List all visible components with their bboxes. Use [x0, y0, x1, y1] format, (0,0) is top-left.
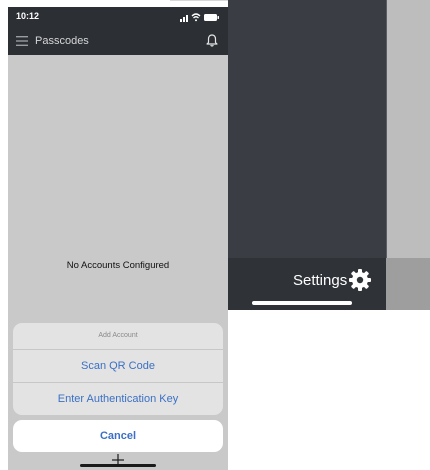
- wifi-icon: [191, 13, 201, 19]
- page-title: Passcodes: [35, 35, 89, 47]
- navigation-bar: Passcodes: [8, 27, 228, 55]
- add-account-action-sheet: Add Account Scan QR Code Enter Authentic…: [13, 323, 223, 415]
- home-indicator: [80, 464, 156, 467]
- status-time: 10:12: [16, 11, 40, 21]
- signal-icon: [180, 15, 188, 22]
- background-settings-bar-edge: [386, 258, 430, 310]
- hamburger-menu-icon[interactable]: [16, 36, 28, 46]
- enter-authentication-key-button[interactable]: Enter Authentication Key: [13, 383, 223, 415]
- background-panel-divider: [386, 0, 387, 258]
- background-home-indicator: [252, 301, 352, 305]
- bell-icon[interactable]: [206, 34, 218, 47]
- phone-screen: 10:12 Passcodes No Accounts Configured A…: [8, 7, 228, 470]
- status-bar: 10:12: [8, 7, 228, 27]
- settings-label[interactable]: Settings: [293, 272, 347, 290]
- battery-icon: [204, 14, 219, 21]
- cancel-button[interactable]: Cancel: [13, 420, 223, 452]
- background-dark-panel: [228, 0, 386, 258]
- gear-icon[interactable]: [348, 268, 372, 292]
- empty-state-message: No Accounts Configured: [66, 260, 170, 271]
- scan-qr-code-button[interactable]: Scan QR Code: [13, 350, 223, 382]
- background-divider-line: [170, 0, 230, 1]
- status-icons: [180, 13, 219, 22]
- action-sheet-title: Add Account: [98, 332, 138, 339]
